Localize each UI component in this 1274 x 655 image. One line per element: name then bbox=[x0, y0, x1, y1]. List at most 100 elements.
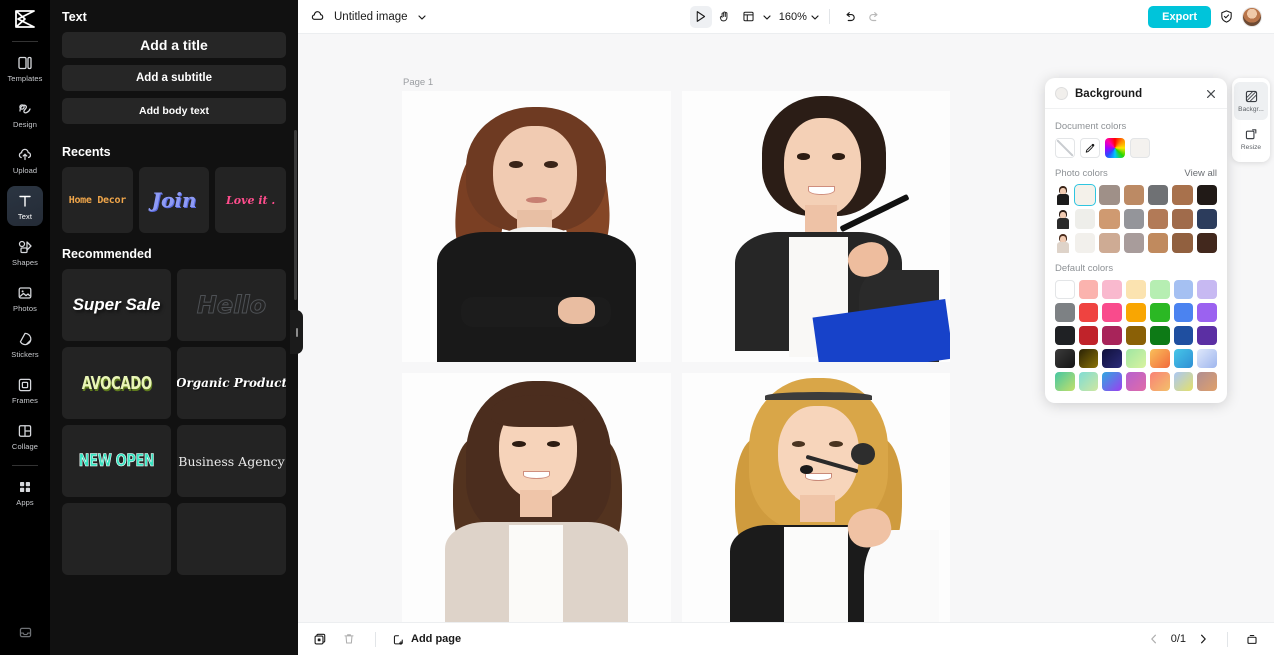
page-grid-icon[interactable] bbox=[1242, 629, 1262, 649]
sidebar-item-inbox[interactable] bbox=[16, 623, 34, 641]
shield-check-icon[interactable] bbox=[1219, 9, 1234, 24]
default-color-swatch[interactable] bbox=[1126, 280, 1146, 299]
recommended-text-style[interactable] bbox=[62, 503, 171, 575]
redo-button[interactable] bbox=[863, 6, 885, 28]
add-subtitle-button[interactable]: Add a subtitle bbox=[62, 65, 286, 91]
photo-color-swatch[interactable] bbox=[1172, 233, 1193, 253]
recent-text-style[interactable]: Home Decor bbox=[62, 167, 133, 233]
add-body-text-button[interactable]: Add body text bbox=[62, 98, 286, 124]
sidebar-item-text[interactable]: Text bbox=[7, 186, 43, 226]
photo-woman-dark-blazer[interactable] bbox=[402, 91, 671, 362]
default-color-swatch[interactable] bbox=[1197, 372, 1217, 391]
default-color-swatch[interactable] bbox=[1078, 326, 1099, 345]
add-title-button[interactable]: Add a title bbox=[62, 32, 286, 58]
default-color-swatch[interactable] bbox=[1055, 303, 1075, 322]
current-background-swatch[interactable] bbox=[1055, 87, 1068, 100]
sidebar-item-apps[interactable]: Apps bbox=[7, 472, 43, 512]
photo-woman-pen-binder[interactable] bbox=[681, 91, 950, 362]
sidebar-item-frames[interactable]: Frames bbox=[7, 370, 43, 410]
select-tool[interactable] bbox=[689, 5, 712, 28]
photo-woman-beige-jacket[interactable] bbox=[402, 373, 671, 622]
no-color-swatch[interactable] bbox=[1055, 138, 1075, 158]
document-color-swatch[interactable] bbox=[1130, 138, 1150, 158]
default-color-swatch[interactable] bbox=[1078, 303, 1099, 322]
sidebar-item-collage[interactable]: Collage bbox=[7, 416, 43, 456]
photo-color-swatch[interactable] bbox=[1148, 209, 1169, 229]
default-color-swatch[interactable] bbox=[1197, 280, 1217, 299]
recent-text-style[interactable]: Join bbox=[138, 167, 210, 233]
default-color-swatch[interactable] bbox=[1126, 326, 1146, 345]
photo-color-swatch[interactable] bbox=[1172, 209, 1193, 229]
photo-color-swatch[interactable] bbox=[1099, 209, 1120, 229]
add-page-button[interactable]: Add page bbox=[392, 633, 461, 646]
document-title[interactable]: Untitled image bbox=[334, 11, 408, 23]
default-color-swatch[interactable] bbox=[1055, 280, 1075, 299]
default-color-swatch[interactable] bbox=[1173, 326, 1194, 345]
recommended-text-style[interactable]: Organic Product bbox=[177, 347, 286, 419]
default-color-swatch[interactable] bbox=[1173, 280, 1194, 299]
export-button[interactable]: Export bbox=[1148, 5, 1211, 28]
default-color-swatch[interactable] bbox=[1078, 372, 1099, 391]
photo-color-swatch[interactable] bbox=[1148, 185, 1169, 205]
photo-color-swatch[interactable] bbox=[1123, 233, 1144, 253]
undo-button[interactable] bbox=[839, 6, 861, 28]
default-color-swatch[interactable] bbox=[1149, 280, 1170, 299]
default-color-swatch[interactable] bbox=[1173, 372, 1194, 391]
photo-thumb-1[interactable] bbox=[1055, 185, 1071, 205]
photo-color-swatch[interactable] bbox=[1099, 185, 1120, 205]
default-color-swatch[interactable] bbox=[1078, 349, 1099, 368]
default-color-swatch[interactable] bbox=[1102, 349, 1123, 368]
default-color-swatch[interactable] bbox=[1197, 303, 1217, 322]
photo-color-swatch[interactable] bbox=[1073, 184, 1097, 206]
recent-text-style[interactable]: Love it . bbox=[215, 167, 286, 233]
resize-tool[interactable]: Resize bbox=[1234, 120, 1268, 158]
sidebar-item-templates[interactable]: Templates bbox=[7, 48, 43, 88]
text-panel-scrollbar[interactable] bbox=[294, 130, 297, 300]
default-color-swatch[interactable] bbox=[1126, 372, 1146, 391]
default-color-swatch[interactable] bbox=[1173, 303, 1194, 322]
sidebar-item-upload[interactable]: Upload bbox=[7, 140, 43, 180]
photo-color-swatch[interactable] bbox=[1196, 209, 1217, 229]
default-color-swatch[interactable] bbox=[1126, 303, 1146, 322]
photo-thumb-3[interactable] bbox=[1055, 233, 1071, 253]
hand-tool[interactable] bbox=[714, 6, 736, 28]
user-avatar[interactable] bbox=[1242, 6, 1262, 27]
default-color-swatch[interactable] bbox=[1102, 372, 1123, 391]
collapse-panel-handle[interactable] bbox=[290, 310, 303, 354]
default-color-swatch[interactable] bbox=[1197, 349, 1217, 368]
eyedropper-swatch[interactable] bbox=[1080, 138, 1100, 158]
default-color-swatch[interactable] bbox=[1149, 326, 1170, 345]
cloud-sync-icon[interactable] bbox=[310, 9, 325, 24]
layout-chevron-down-icon[interactable] bbox=[762, 12, 772, 22]
close-icon[interactable] bbox=[1205, 88, 1217, 100]
recommended-text-style[interactable] bbox=[177, 503, 286, 575]
sidebar-item-stickers[interactable]: Stickers bbox=[7, 324, 43, 364]
duplicate-page-icon[interactable] bbox=[310, 629, 330, 649]
default-color-swatch[interactable] bbox=[1197, 326, 1217, 345]
recommended-text-style[interactable]: NEW OPEN bbox=[62, 425, 171, 497]
default-color-swatch[interactable] bbox=[1126, 349, 1146, 368]
default-color-swatch[interactable] bbox=[1078, 280, 1099, 299]
default-color-swatch[interactable] bbox=[1149, 349, 1170, 368]
photo-woman-headset[interactable] bbox=[681, 373, 950, 622]
zoom-level[interactable]: 160% bbox=[779, 11, 807, 23]
default-color-swatch[interactable] bbox=[1149, 303, 1170, 322]
zoom-chevron-down-icon[interactable] bbox=[810, 12, 820, 22]
photo-thumb-2[interactable] bbox=[1055, 209, 1071, 229]
photo-color-swatch[interactable] bbox=[1148, 233, 1169, 253]
trash-icon[interactable] bbox=[339, 629, 359, 649]
chevron-left-icon[interactable] bbox=[1144, 629, 1164, 649]
photo-color-swatch[interactable] bbox=[1172, 185, 1193, 205]
default-color-swatch[interactable] bbox=[1102, 303, 1123, 322]
photo-color-swatch[interactable] bbox=[1075, 233, 1096, 253]
sidebar-item-shapes[interactable]: Shapes bbox=[7, 232, 43, 272]
recommended-text-style[interactable]: Business Agency bbox=[177, 425, 286, 497]
recommended-text-style[interactable]: AVOCADO bbox=[62, 347, 171, 419]
background-tool[interactable]: Backgr... bbox=[1234, 82, 1268, 120]
chevron-right-icon[interactable] bbox=[1193, 629, 1213, 649]
view-all-link[interactable]: View all bbox=[1184, 168, 1217, 179]
default-color-swatch[interactable] bbox=[1055, 326, 1075, 345]
photo-color-swatch[interactable] bbox=[1196, 233, 1217, 253]
sidebar-item-design[interactable]: Design bbox=[7, 94, 43, 134]
recommended-text-style[interactable]: Super Sale bbox=[62, 269, 171, 341]
